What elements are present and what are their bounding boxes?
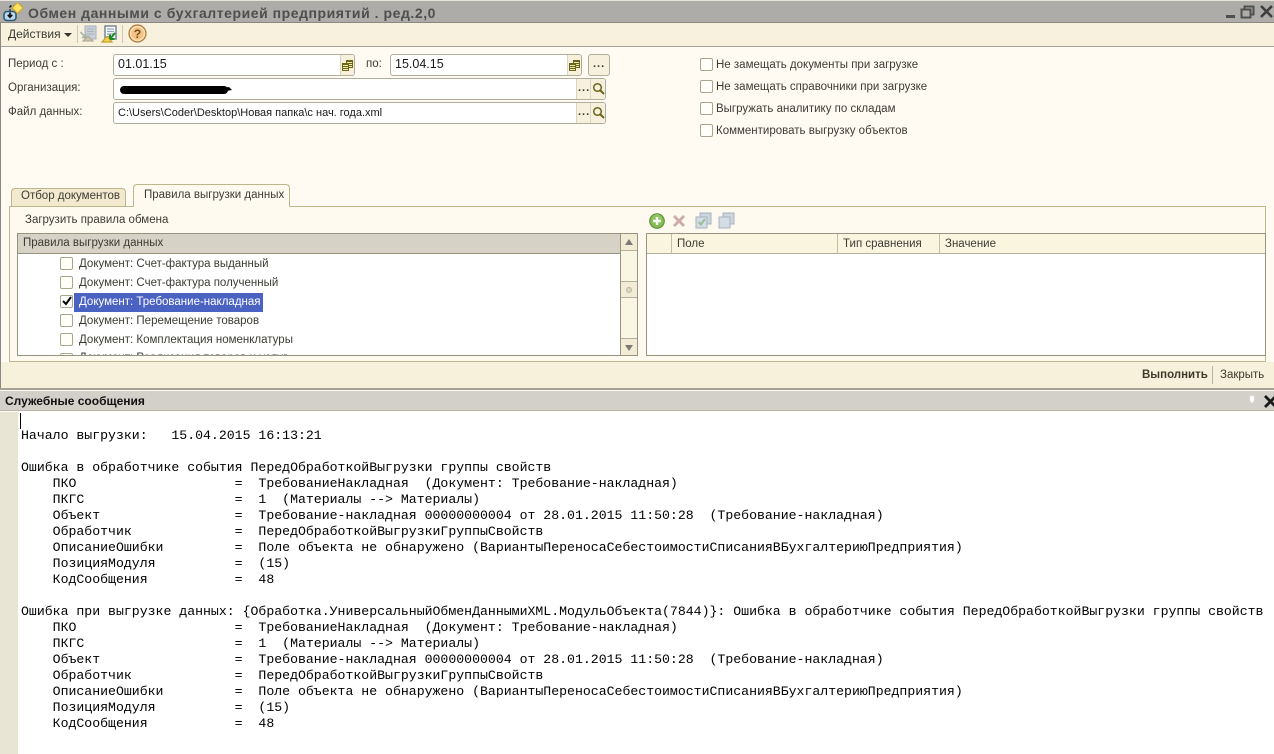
svg-text:?: ? [134,27,141,41]
